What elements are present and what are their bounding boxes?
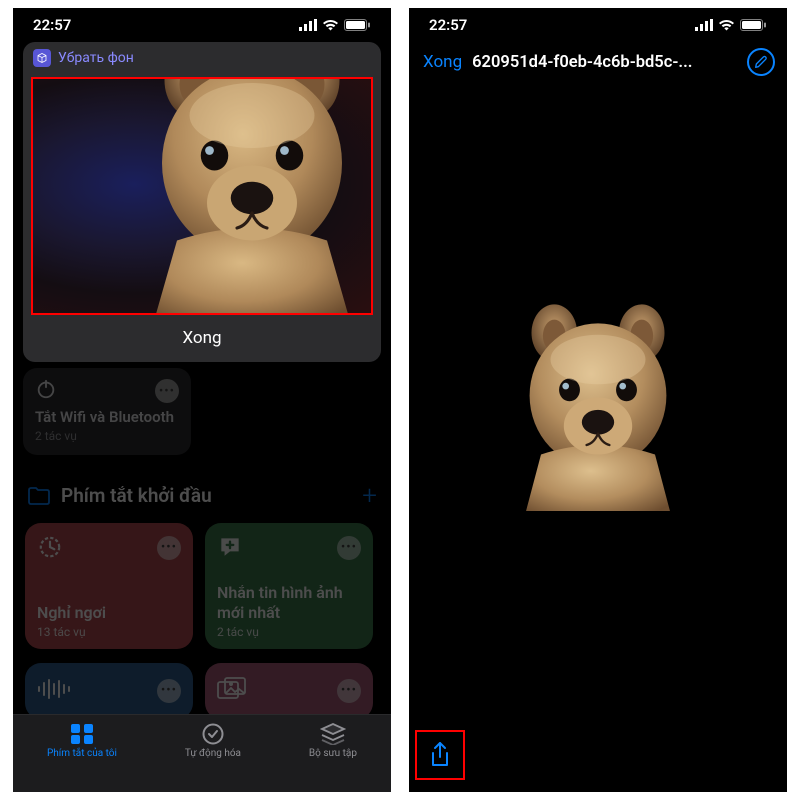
card-title: Nhắn tin hình ảnh mới nhất bbox=[217, 583, 361, 621]
result-banner: Убрать фон bbox=[23, 42, 381, 362]
wifi-icon bbox=[322, 19, 339, 31]
tab-label: Bộ sưu tập bbox=[309, 748, 357, 759]
message-plus-icon bbox=[217, 533, 243, 563]
wifi-card-sub: 2 tác vụ bbox=[35, 429, 179, 443]
tab-label: Phím tắt của tôi bbox=[47, 748, 117, 759]
add-shortcut-button[interactable]: + bbox=[362, 481, 377, 511]
shortcut-card-wifi-bt[interactable]: ••• Tắt Wifi và Bluetooth 2 tác vụ bbox=[23, 368, 191, 455]
tab-gallery[interactable]: Bộ sưu tập bbox=[309, 723, 357, 759]
card-title: Nghỉ ngơi bbox=[37, 603, 181, 622]
status-bar: 22:57 bbox=[409, 8, 787, 42]
tab-bar: Phím tắt của tôi Tự động hóa Bộ sưu tập bbox=[13, 714, 391, 792]
wifi-card-title: Tắt Wifi và Bluetooth bbox=[35, 408, 179, 427]
tab-automation[interactable]: Tự động hóa bbox=[185, 723, 241, 759]
cellular-icon bbox=[299, 19, 317, 31]
wifi-icon bbox=[718, 19, 735, 31]
quokka-image bbox=[127, 77, 373, 315]
card-more-icon[interactable]: ••• bbox=[155, 379, 179, 403]
done-link[interactable]: Xong bbox=[423, 52, 462, 72]
shortcut-card-rest[interactable]: ••• Nghỉ ngơi 13 tác vụ bbox=[25, 523, 193, 649]
battery-icon bbox=[344, 19, 371, 31]
shortcut-card-photos[interactable]: ••• bbox=[205, 663, 373, 719]
cards-row-1: ••• Nghỉ ngơi 13 tác vụ ••• bbox=[13, 521, 391, 649]
preview-footer bbox=[409, 728, 787, 792]
card-more-icon[interactable]: ••• bbox=[337, 536, 361, 560]
section-title: Phím tắt khởi đầu bbox=[61, 484, 212, 507]
tab-label: Tự động hóa bbox=[185, 748, 241, 759]
status-time: 22:57 bbox=[33, 16, 71, 34]
card-sub: 2 tác vụ bbox=[217, 625, 361, 639]
file-title: 620951d4-f0eb-4c6b-bd5c-... bbox=[472, 53, 737, 72]
phone-preview: 22:57 Xong 620951d4-f0eb-4c6b-bd5c-... bbox=[409, 8, 787, 792]
preview-canvas[interactable] bbox=[409, 80, 787, 728]
stack-icon bbox=[320, 723, 346, 745]
shortcut-app-icon bbox=[33, 49, 51, 67]
card-sub: 13 tác vụ bbox=[37, 625, 181, 639]
status-icons bbox=[299, 19, 371, 31]
timer-icon bbox=[37, 533, 63, 563]
background-content-dimmed: ••• Tắt Wifi và Bluetooth 2 tác vụ Phím … bbox=[13, 368, 391, 719]
battery-icon bbox=[740, 19, 767, 31]
done-button[interactable]: Xong bbox=[23, 315, 381, 362]
markup-button[interactable] bbox=[747, 48, 775, 76]
phone-shortcuts: 22:57 Убрать фон bbox=[13, 8, 391, 792]
banner-header: Убрать фон bbox=[23, 42, 381, 74]
card-more-icon[interactable]: ••• bbox=[157, 536, 181, 560]
card-more-icon[interactable]: ••• bbox=[157, 679, 181, 703]
waveform-icon bbox=[37, 678, 71, 704]
status-time: 22:57 bbox=[429, 16, 467, 34]
power-icon bbox=[35, 378, 57, 404]
status-bar: 22:57 bbox=[13, 8, 391, 42]
share-button-highlight[interactable] bbox=[415, 730, 465, 780]
photos-icon bbox=[217, 677, 247, 705]
result-image-highlight[interactable] bbox=[31, 77, 373, 315]
cards-row-2: ••• ••• bbox=[13, 661, 391, 719]
grid-icon bbox=[69, 723, 95, 745]
folder-icon bbox=[27, 486, 51, 506]
banner-app-label: Убрать фон bbox=[58, 50, 134, 66]
tab-my-shortcuts[interactable]: Phím tắt của tôi bbox=[47, 723, 117, 759]
shortcut-card-audio[interactable]: ••• bbox=[25, 663, 193, 719]
preview-header: Xong 620951d4-f0eb-4c6b-bd5c-... bbox=[409, 42, 787, 80]
share-icon bbox=[428, 741, 452, 769]
quokka-image-cutout bbox=[503, 293, 693, 516]
status-icons bbox=[695, 19, 767, 31]
clock-check-icon bbox=[200, 723, 226, 745]
shortcut-card-message-latest-image[interactable]: ••• Nhắn tin hình ảnh mới nhất 2 tác vụ bbox=[205, 523, 373, 649]
section-header: Phím tắt khởi đầu + bbox=[13, 455, 391, 521]
card-more-icon[interactable]: ••• bbox=[337, 679, 361, 703]
cellular-icon bbox=[695, 19, 713, 31]
